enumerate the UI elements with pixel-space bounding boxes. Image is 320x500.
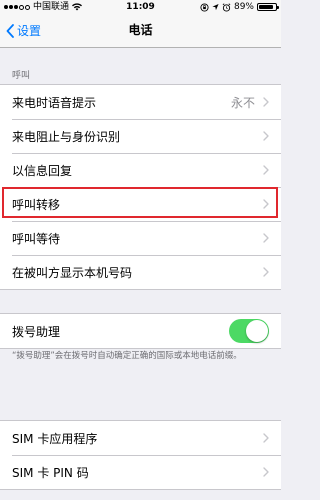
status-right: 89% — [200, 0, 279, 14]
row-label: SIM 卡 PIN 码 — [12, 465, 89, 480]
row-call-forwarding[interactable]: 呼叫转移 — [0, 187, 281, 221]
row-label: 以信息回复 — [12, 163, 73, 178]
row-label: 呼叫转移 — [12, 197, 61, 212]
row-label: 拨号助理 — [12, 324, 61, 339]
chevron-right-icon — [263, 267, 269, 277]
row-sim-applications[interactable]: SIM 卡应用程序 — [0, 421, 281, 455]
row-label: 呼叫等待 — [12, 231, 61, 246]
row-respond-with-text[interactable]: 以信息回复 — [0, 153, 281, 187]
orientation-lock-icon — [200, 2, 209, 12]
row-call-blocking-identification[interactable]: 来电阻止与身份识别 — [0, 119, 281, 153]
row-label: 来电阻止与身份识别 — [12, 129, 121, 144]
row-value: 永不 — [230, 95, 255, 110]
dial-assist-group: 拨号助理 — [0, 313, 281, 349]
row-sim-pin[interactable]: SIM 卡 PIN 码 — [0, 455, 281, 489]
chevron-right-icon — [263, 131, 269, 141]
back-button-label: 设置 — [17, 24, 42, 38]
page-title: 电话 — [128, 23, 153, 37]
row-announce-calls[interactable]: 来电时语音提示 永不 — [0, 85, 281, 119]
dial-assist-footer: “拨号助理”会在拨号时自动确定正确的国际或本地电话前缀。 — [12, 351, 242, 361]
sim-group: SIM 卡应用程序 SIM 卡 PIN 码 — [0, 420, 281, 490]
row-label: SIM 卡应用程序 — [12, 431, 98, 446]
status-bar: 中国联通 11:09 89% — [0, 0, 281, 14]
back-button[interactable]: 设置 — [6, 14, 41, 47]
dial-assist-toggle[interactable] — [229, 319, 269, 343]
chevron-right-icon — [263, 165, 269, 175]
navigation-bar: 设置 电话 — [0, 14, 281, 48]
chevron-right-icon — [263, 233, 269, 243]
location-icon — [212, 3, 219, 11]
calls-group: 来电时语音提示 永不 来电阻止与身份识别 以信息回复 呼叫转移 呼叫等待 在被叫… — [0, 84, 281, 290]
row-label: 在被叫方显示本机号码 — [12, 265, 133, 280]
toggle-knob — [246, 320, 268, 342]
chevron-right-icon — [263, 199, 269, 209]
battery-icon — [257, 3, 279, 11]
battery-fill — [259, 5, 274, 9]
row-label: 来电时语音提示 — [12, 95, 97, 110]
section-header-calls: 呼叫 — [12, 71, 31, 81]
chevron-left-icon — [6, 23, 14, 38]
chevron-right-icon — [263, 97, 269, 107]
battery-percentage: 89% — [233, 2, 254, 12]
row-show-caller-id[interactable]: 在被叫方显示本机号码 — [0, 255, 281, 289]
chevron-right-icon — [263, 467, 269, 477]
row-call-waiting[interactable]: 呼叫等待 — [0, 221, 281, 255]
chevron-right-icon — [263, 433, 269, 443]
row-dial-assist: 拨号助理 — [0, 314, 281, 348]
alarm-icon — [222, 2, 231, 12]
